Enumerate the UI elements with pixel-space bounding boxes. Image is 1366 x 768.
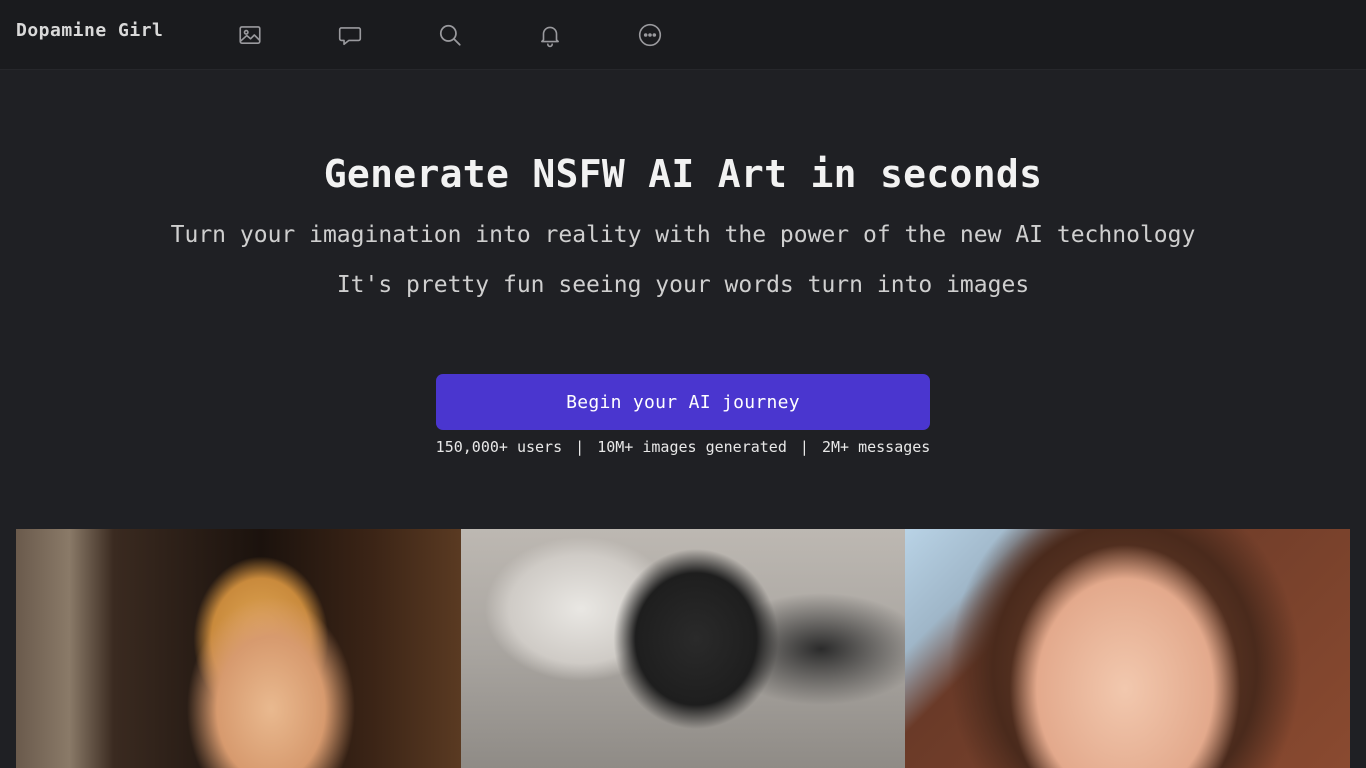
hero-title: Generate NSFW AI Art in seconds: [323, 152, 1043, 196]
stats-separator: |: [575, 438, 585, 456]
messages-stat: 2M+ messages: [821, 438, 931, 456]
hero-subtitle-1: Turn your imagination into reality with …: [170, 222, 1196, 248]
more-icon[interactable]: [636, 21, 664, 49]
gallery-image-3[interactable]: [905, 529, 1350, 768]
brand-logo-text[interactable]: Dopamine Girl: [16, 20, 163, 41]
users-stat: 150,000+ users: [435, 438, 563, 456]
image-gallery: [16, 529, 1350, 768]
hero-subtitle-2: It's pretty fun seeing your words turn i…: [336, 272, 1030, 298]
usage-stats: 150,000+ users | 10M+ images generated |…: [0, 438, 1366, 456]
stats-separator: |: [799, 438, 809, 456]
images-stat: 10M+ images generated: [597, 438, 787, 456]
search-icon[interactable]: [436, 21, 464, 49]
top-navigation-bar: Dopamine Girl: [0, 0, 1366, 70]
begin-journey-button[interactable]: Begin your AI journey: [436, 374, 930, 430]
chat-icon[interactable]: [336, 21, 364, 49]
image-icon[interactable]: [236, 21, 264, 49]
bell-icon[interactable]: [536, 21, 564, 49]
gallery-image-2[interactable]: [461, 529, 905, 768]
gallery-image-1[interactable]: [16, 529, 461, 768]
